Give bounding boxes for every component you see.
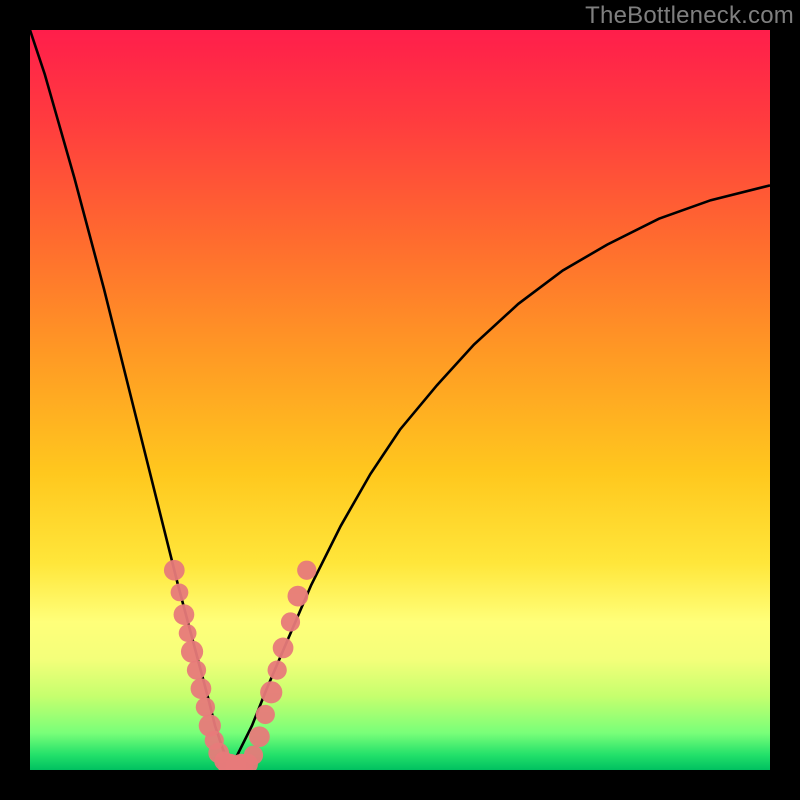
scatter-points [164, 560, 316, 770]
scatter-dot [187, 660, 206, 679]
scatter-dot [256, 705, 275, 724]
scatter-dot [191, 678, 212, 699]
scatter-dot [249, 726, 270, 747]
scatter-dot [244, 746, 263, 765]
scatter-dot [174, 604, 195, 625]
scatter-dot [179, 624, 197, 642]
chart-frame: TheBottleneck.com [0, 0, 800, 800]
scatter-dot [297, 561, 316, 580]
scatter-dot [288, 586, 309, 607]
watermark-text: TheBottleneck.com [585, 2, 794, 30]
scatter-dot [196, 697, 215, 716]
plot-area [30, 30, 770, 770]
scatter-layer [30, 30, 770, 770]
scatter-dot [260, 681, 282, 703]
scatter-dot [281, 612, 300, 631]
scatter-dot [181, 641, 203, 663]
scatter-dot [268, 660, 287, 679]
scatter-dot [164, 560, 185, 581]
scatter-dot [171, 584, 189, 602]
scatter-dot [273, 638, 294, 659]
